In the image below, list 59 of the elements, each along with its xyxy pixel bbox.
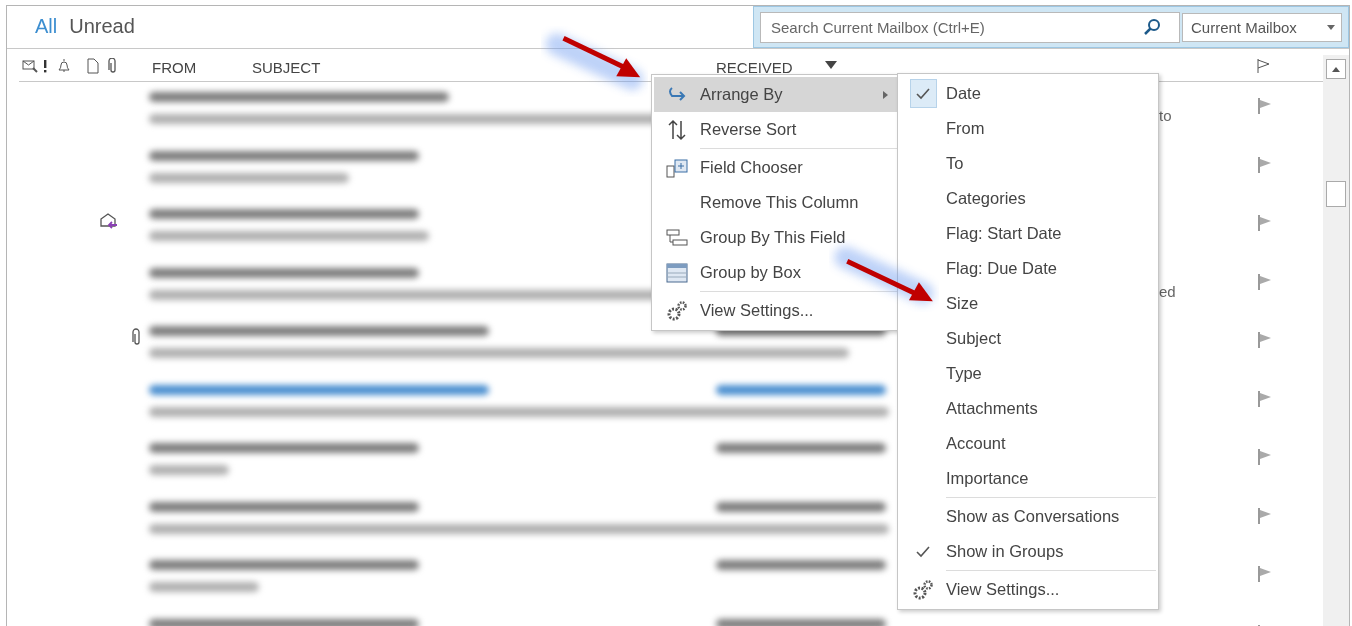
bell-icon[interactable] xyxy=(56,58,72,74)
flag-icon[interactable] xyxy=(1257,272,1273,291)
menu-item[interactable]: Subject xyxy=(900,321,1156,356)
filter-tab[interactable]: All xyxy=(35,15,58,48)
scrollbar-thumb[interactable] xyxy=(1326,181,1346,207)
preview-text: to xyxy=(1159,107,1172,124)
scroll-up-button[interactable] xyxy=(1326,59,1346,79)
menu-item[interactable]: Show as Conversations xyxy=(900,499,1156,534)
filter-tab[interactable]: Unread xyxy=(69,15,135,48)
menu-item[interactable]: Reverse Sort xyxy=(654,112,898,147)
menu-item[interactable]: Size xyxy=(900,286,1156,321)
column-header[interactable]: FROM xyxy=(152,59,197,77)
menu-item[interactable]: View Settings... xyxy=(654,293,898,328)
gears-icon xyxy=(666,299,688,322)
document-icon[interactable] xyxy=(86,58,100,74)
group-box-icon xyxy=(666,262,688,283)
caret-icon xyxy=(1327,24,1335,30)
importance-icon[interactable] xyxy=(42,58,48,74)
menu-item[interactable]: Arrange By xyxy=(654,77,898,112)
menu-item[interactable]: Group by Box xyxy=(654,255,898,290)
menu-item[interactable]: Show in Groups xyxy=(900,534,1156,569)
menu-item[interactable]: Flag: Start Date xyxy=(900,216,1156,251)
menu-item[interactable]: Flag: Due Date xyxy=(900,251,1156,286)
preview-text: ed xyxy=(1159,282,1176,300)
paperclip-icon[interactable] xyxy=(108,58,118,74)
field-chooser-icon xyxy=(666,156,688,179)
menu-item[interactable]: Type xyxy=(900,356,1156,391)
search-icon[interactable] xyxy=(1143,18,1161,36)
flag-icon[interactable] xyxy=(1257,448,1273,466)
search-field[interactable]: Search Current Mailbox (Ctrl+E) xyxy=(760,11,1180,43)
flag-icon[interactable] xyxy=(1257,331,1273,349)
column-header[interactable]: RECEIVED xyxy=(716,59,793,77)
scrollbar[interactable] xyxy=(1323,55,1349,626)
scope-dropdown[interactable]: Current Mailbox xyxy=(1182,12,1342,42)
menu-item[interactable]: Categories xyxy=(900,181,1156,216)
menu-item[interactable]: Importance xyxy=(900,461,1156,496)
flag-icon[interactable] xyxy=(1257,97,1273,115)
envelope-icon[interactable] xyxy=(22,58,38,74)
menu-item[interactable]: Date xyxy=(900,76,1156,111)
menu-item[interactable]: View Settings... xyxy=(900,572,1156,607)
sort-arrows-icon xyxy=(667,118,687,141)
flag-icon[interactable] xyxy=(1257,155,1273,174)
caret-icon xyxy=(1332,66,1340,72)
menu-item[interactable]: Attachments xyxy=(900,391,1156,426)
menu-item[interactable]: Remove This Column xyxy=(654,185,898,220)
column-header[interactable]: SUBJECT xyxy=(252,59,321,77)
flag-filter-icon[interactable] xyxy=(1256,58,1272,74)
menu-item[interactable]: To xyxy=(900,146,1156,181)
flag-icon[interactable] xyxy=(1257,389,1273,408)
menu-item[interactable]: Group By This Field xyxy=(654,220,898,255)
menu-item[interactable]: Account xyxy=(900,426,1156,461)
flag-icon[interactable] xyxy=(1257,506,1273,525)
group-field-icon xyxy=(666,227,688,248)
sort-icon[interactable] xyxy=(825,61,837,69)
gears-icon xyxy=(912,578,934,601)
flag-icon[interactable] xyxy=(1257,565,1273,583)
flag-icon[interactable] xyxy=(1257,214,1273,232)
menu-item[interactable]: Field Chooser xyxy=(654,150,898,185)
menu-item[interactable]: From xyxy=(900,111,1156,146)
